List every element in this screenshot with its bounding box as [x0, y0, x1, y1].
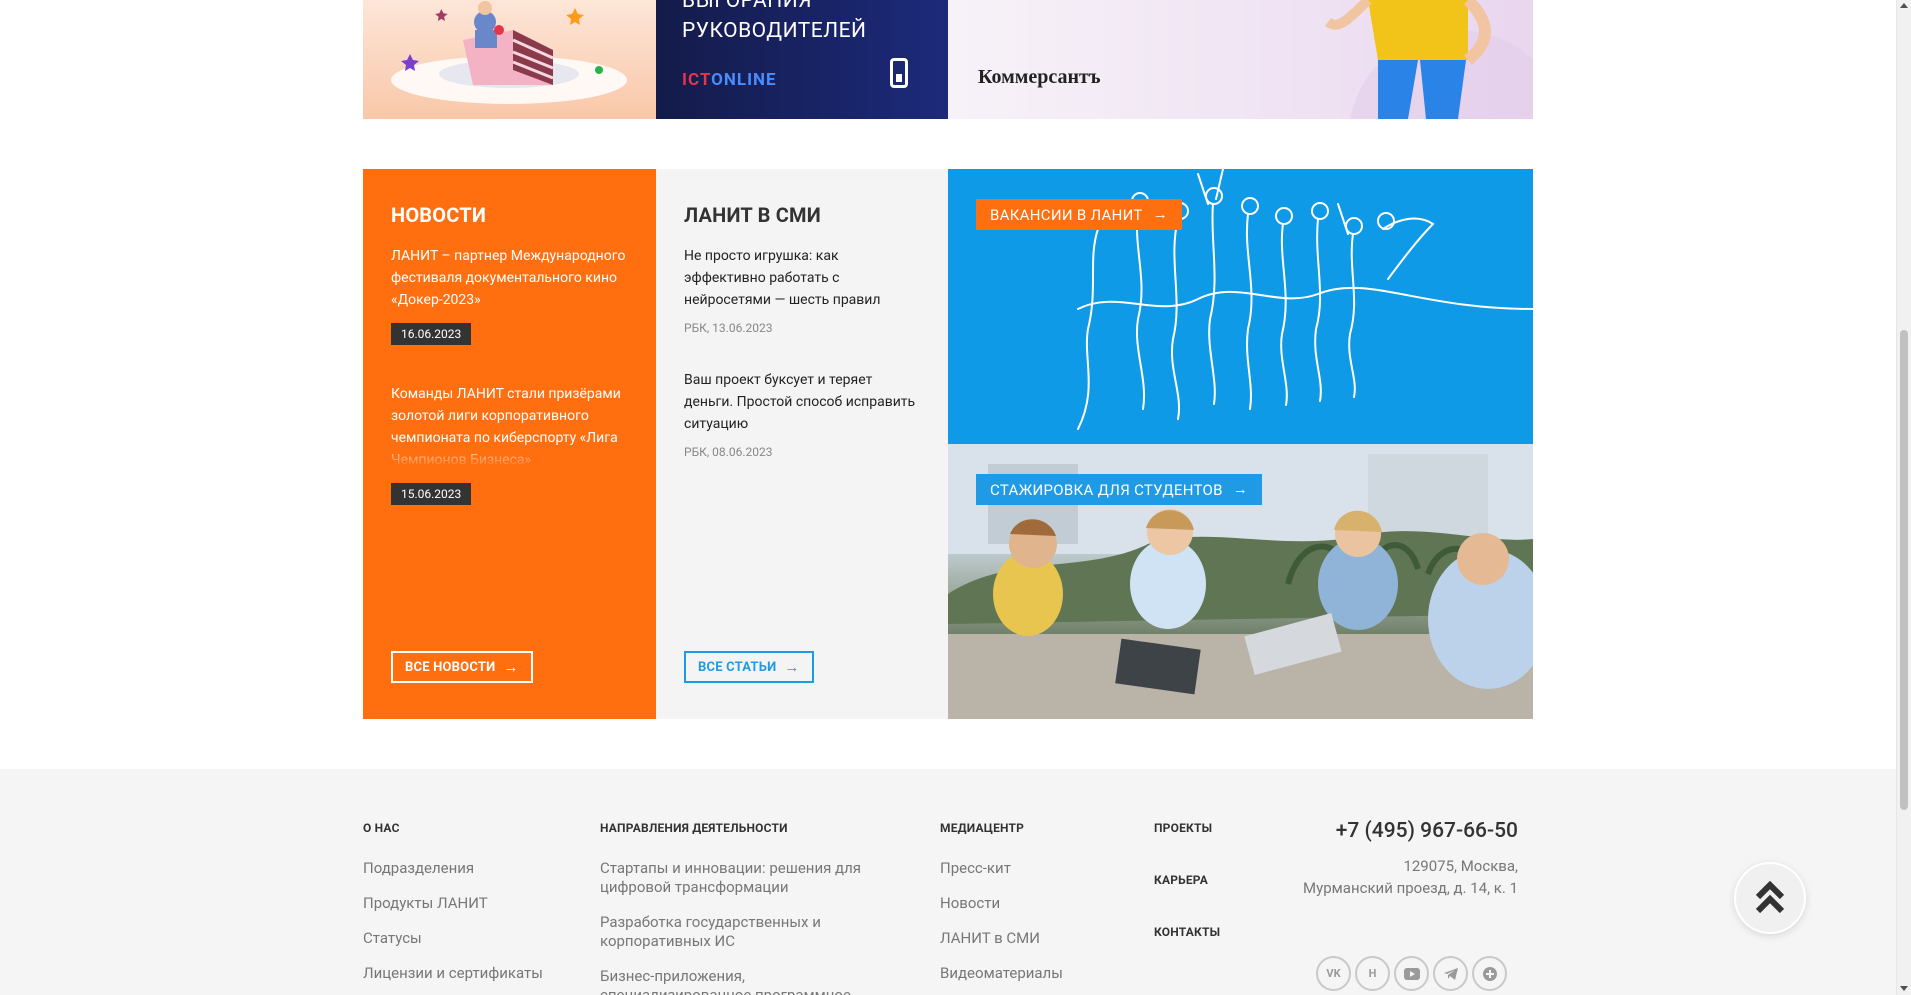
news-title: НОВОСТИ	[391, 203, 487, 227]
youtube-icon[interactable]	[1394, 956, 1429, 991]
footer-contacts-link[interactable]: КОНТАКТЫ	[1154, 925, 1274, 939]
news-card: НОВОСТИ ЛАНИТ – партнер Международного ф…	[363, 169, 656, 719]
vertical-scrollbar[interactable]	[1896, 0, 1911, 995]
double-chevron-up-icon	[1755, 881, 1785, 914]
footer-address: 129075, Москва, Мурманский проезд, д. 14…	[1303, 857, 1518, 897]
vacancies-card[interactable]: ВАКАНСИИ В ЛАНИТ →	[948, 169, 1533, 444]
footer-about-title[interactable]: О НАС	[363, 821, 583, 835]
media-title: ЛАНИТ В СМИ	[684, 203, 821, 227]
vacancies-button[interactable]: ВАКАНСИИ В ЛАНИТ →	[976, 199, 1182, 230]
all-articles-button[interactable]: ВСЕ СТАТЬИ →	[684, 651, 814, 683]
all-articles-label: ВСЕ СТАТЬИ	[698, 659, 777, 675]
kommersant-banner[interactable]: Коммерсантъ	[948, 0, 1533, 119]
scroll-to-top-button[interactable]	[1734, 862, 1806, 934]
footer-link[interactable]: Стартапы и инновации: решения для цифров…	[600, 859, 890, 897]
cake-illustration	[391, 1, 627, 104]
ict-online-banner[interactable]: ВЫГОРАНИЯ РУКОВОДИТЕЛЕЙ ICTONLINE	[656, 0, 948, 119]
footer-col-directions: НАПРАВЛЕНИЯ ДЕЯТЕЛЬНОСТИ Стартапы и инно…	[600, 821, 890, 995]
arrow-right-icon: →	[503, 657, 519, 676]
vk-icon[interactable]: VK	[1316, 956, 1351, 991]
footer-col-media: МЕДИАЦЕНТР Пресс-кит Новости ЛАНИТ в СМИ…	[940, 821, 1130, 995]
media-item-text[interactable]: Ваш проект буксует и теряет деньги. Прос…	[684, 369, 920, 435]
ict-online-logo: ICTONLINE	[682, 70, 777, 90]
scrollbar-thumb[interactable]	[1900, 330, 1908, 810]
all-news-button[interactable]: ВСЕ НОВОСТИ →	[391, 651, 533, 683]
scroll-down-arrow-icon[interactable]	[1900, 986, 1908, 991]
footer-link[interactable]: Подразделения	[363, 859, 583, 878]
woman-illustration	[1324, 0, 1533, 119]
media-item-text[interactable]: Не просто игрушка: как эффективно работа…	[684, 245, 920, 311]
footer-col-extra: ПРОЕКТЫ КАРЬЕРА КОНТАКТЫ	[1154, 821, 1274, 963]
arrow-right-icon: →	[784, 657, 800, 676]
footer-link[interactable]: Продукты ЛАНИТ	[363, 894, 583, 913]
footer-phone[interactable]: +7 (495) 967-66-50	[1270, 819, 1518, 843]
footer-directions-title[interactable]: НАПРАВЛЕНИЯ ДЕЯТЕЛЬНОСТИ	[600, 821, 890, 835]
footer: О НАС Подразделения Продукты ЛАНИТ Стату…	[0, 769, 1896, 995]
habr-icon[interactable]: H	[1355, 956, 1390, 991]
birthday-banner[interactable]	[363, 0, 656, 119]
news-item-text[interactable]: ЛАНИТ – партнер Международного фестиваля…	[391, 245, 628, 311]
arrow-right-icon: →	[1152, 205, 1168, 223]
page: ВЫГОРАНИЯ РУКОВОДИТЕЛЕЙ ICTONLINE Коммер…	[0, 0, 1896, 995]
footer-link[interactable]: Разработка государственных и корпоративн…	[600, 913, 890, 951]
footer-projects-link[interactable]: ПРОЕКТЫ	[1154, 821, 1274, 835]
media-card: ЛАНИТ В СМИ Не просто игрушка: как эффек…	[656, 169, 948, 719]
footer-link[interactable]: ЛАНИТ в СМИ	[940, 929, 1130, 948]
news-date-badge: 16.06.2023	[391, 323, 472, 345]
media-item[interactable]: Ваш проект буксует и теряет деньги. Прос…	[684, 369, 920, 459]
news-date-badge: 15.06.2023	[391, 483, 472, 505]
news-item[interactable]: Команды ЛАНИТ стали призёрами золотой ли…	[391, 383, 628, 505]
vacancies-label: ВАКАНСИИ В ЛАНИТ	[990, 205, 1143, 224]
news-item[interactable]: ЛАНИТ – партнер Международного фестиваля…	[391, 245, 628, 345]
footer-career-link[interactable]: КАРЬЕРА	[1154, 873, 1274, 887]
footer-link[interactable]: Бизнес-приложения, специализированное пр…	[600, 967, 890, 995]
footer-link[interactable]: Лицензии и сертификаты	[363, 964, 583, 983]
footer-link[interactable]: Видеоматериалы	[940, 964, 1130, 983]
footer-link[interactable]: Статусы	[363, 929, 583, 948]
footer-link[interactable]: Пресс-кит	[940, 859, 1130, 878]
arrow-right-icon: →	[1232, 480, 1249, 498]
all-news-label: ВСЕ НОВОСТИ	[405, 659, 496, 675]
ict-banner-title: РУКОВОДИТЕЛЕЙ	[682, 19, 867, 43]
telegram-icon[interactable]	[1433, 956, 1468, 991]
footer-col-about: О НАС Подразделения Продукты ЛАНИТ Стату…	[363, 821, 583, 995]
social-links: VK H	[1316, 956, 1507, 991]
ict-banner-title-partial: ВЫГОРАНИЯ	[682, 0, 813, 13]
media-item[interactable]: Не просто игрушка: как эффективно работа…	[684, 245, 920, 335]
media-item-source: РБК, 08.06.2023	[684, 445, 773, 459]
phone-battery-icon	[890, 58, 908, 88]
internship-button[interactable]: СТАЖИРОВКА ДЛЯ СТУДЕНТОВ →	[976, 474, 1263, 505]
media-item-source: РБК, 13.06.2023	[684, 321, 773, 335]
plus-icon[interactable]	[1472, 956, 1507, 991]
scroll-up-arrow-icon[interactable]	[1900, 3, 1908, 8]
footer-media-title[interactable]: МЕДИАЦЕНТР	[940, 821, 1130, 835]
internship-label: СТАЖИРОВКА ДЛЯ СТУДЕНТОВ	[990, 480, 1223, 499]
footer-link[interactable]: Новости	[940, 894, 1130, 913]
internship-card[interactable]: СТАЖИРОВКА ДЛЯ СТУДЕНТОВ →	[948, 444, 1533, 719]
